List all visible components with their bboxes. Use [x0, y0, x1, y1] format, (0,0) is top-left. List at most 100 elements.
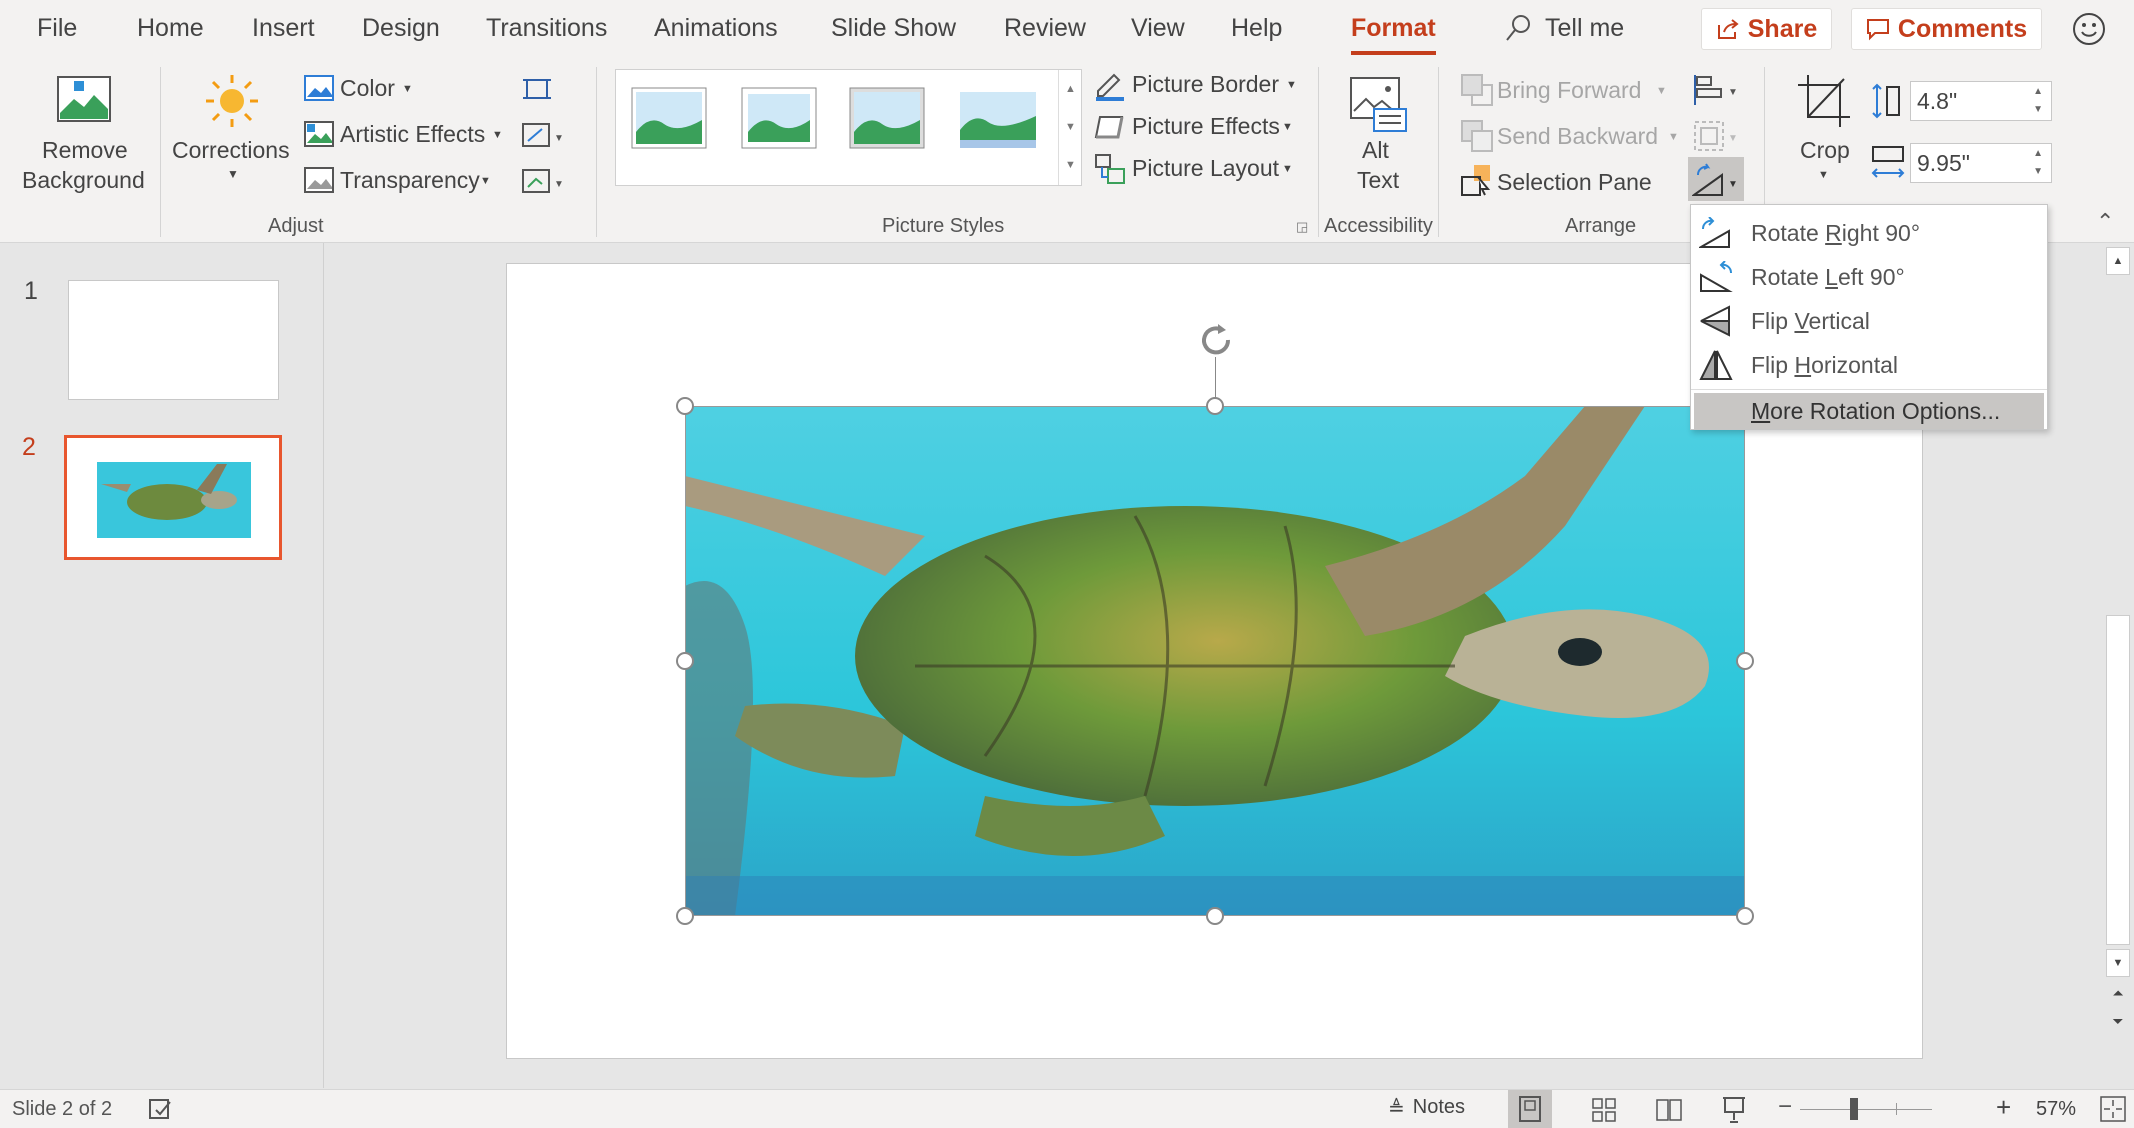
zoom-in-button[interactable]: + — [1996, 1092, 2011, 1123]
picture-layout-icon — [1095, 154, 1125, 184]
tell-me-search[interactable]: Tell me — [1505, 14, 1624, 43]
slide-number: 1 — [24, 277, 38, 305]
svg-text:▼: ▼ — [1728, 87, 1738, 98]
shape-width-icon — [1871, 146, 1905, 178]
picture-effects-icon — [1094, 116, 1124, 139]
zoom-slider[interactable] — [1800, 1109, 1932, 1110]
picture-style-4[interactable] — [956, 86, 1040, 150]
tab-design[interactable]: Design — [362, 14, 440, 43]
rotation-handle-icon[interactable] — [1194, 318, 1238, 362]
rotate-dropdown-menu: Rotate Right 90° Rotate Left 90° Flip Ve… — [1690, 204, 2048, 430]
group-icon: ▼ — [1694, 121, 1738, 151]
resize-handle[interactable] — [1206, 397, 1224, 415]
picture-style-3[interactable] — [848, 86, 926, 150]
menu-item-rotate-right[interactable]: Rotate Right 90° — [1691, 211, 2047, 255]
normal-view-button[interactable] — [1508, 1090, 1552, 1128]
rotate-icon: ▼ — [1692, 163, 1738, 196]
previous-slide-button[interactable]: ⏶ — [2106, 985, 2130, 1002]
share-button[interactable]: Share — [1701, 8, 1832, 50]
zoom-slider-thumb[interactable] — [1850, 1098, 1858, 1120]
picture-styles-launcher-icon[interactable]: ◲ — [1296, 219, 1308, 235]
rotate-right-icon — [1699, 217, 1730, 248]
slide-number: 2 — [22, 433, 36, 461]
menu-divider — [1691, 389, 2047, 390]
tab-home[interactable]: Home — [137, 14, 204, 43]
menu-item-more-rotation-options[interactable]: More Rotation Options... — [1694, 393, 2044, 429]
slide-show-icon[interactable] — [1722, 1096, 1746, 1124]
tab-transitions[interactable]: Transitions — [486, 14, 607, 43]
slide-thumbnail-2[interactable] — [64, 435, 282, 560]
feedback-smiley-icon[interactable] — [2072, 12, 2106, 46]
crop-icon — [1798, 75, 1850, 127]
align-icon[interactable]: ▼ — [1692, 73, 1742, 107]
zoom-level[interactable]: 57% — [2036, 1098, 2076, 1121]
share-icon — [1717, 19, 1739, 39]
svg-text:▼: ▼ — [1728, 179, 1738, 190]
tab-format[interactable]: Format — [1351, 14, 1436, 55]
shape-height-icon — [1872, 83, 1900, 119]
resize-handle[interactable] — [676, 907, 694, 925]
zoom-slider-midmark — [1896, 1103, 1897, 1115]
flip-vertical-icon — [1700, 305, 1730, 337]
zoom-out-button[interactable]: − — [1778, 1093, 1792, 1121]
selection-pane-icon — [1461, 165, 1491, 196]
comments-button[interactable]: Comments — [1851, 8, 2042, 50]
notes-button[interactable]: ≜ Notes — [1388, 1096, 1465, 1121]
alt-text-icon — [1350, 77, 1407, 132]
svg-text:▼: ▼ — [554, 179, 562, 190]
bring-forward-icon — [1461, 74, 1493, 106]
send-backward-icon — [1461, 120, 1493, 152]
tab-slide-show[interactable]: Slide Show — [831, 14, 956, 43]
svg-text:▼: ▼ — [1728, 133, 1738, 144]
reading-view-icon[interactable] — [1656, 1098, 1682, 1122]
picture-styles-gallery[interactable]: ▲ ▼ ▼ — [615, 69, 1082, 186]
collapse-ribbon-icon[interactable]: ⌃ — [2096, 209, 2114, 235]
tab-review[interactable]: Review — [1004, 14, 1086, 43]
tab-help[interactable]: Help — [1231, 14, 1282, 43]
comment-icon — [1866, 19, 1889, 41]
resize-handle[interactable] — [1736, 907, 1754, 925]
vertical-scrollbar[interactable]: ▲ ▼ ⏶ ⏷ — [2104, 245, 2132, 1088]
flip-horizontal-icon — [1699, 350, 1733, 380]
rotate-button[interactable]: ▼ — [1688, 157, 1744, 201]
scroll-down-button[interactable]: ▼ — [2106, 949, 2130, 977]
scroll-thumb[interactable] — [2106, 615, 2130, 945]
shape-width-input[interactable]: 9.95" ▲ ▼ — [1910, 143, 2052, 183]
tab-animations[interactable]: Animations — [654, 14, 778, 43]
picture-style-2[interactable] — [740, 86, 818, 150]
resize-handle[interactable] — [676, 397, 694, 415]
remove-background-icon — [57, 76, 111, 122]
picture-style-1[interactable] — [630, 86, 708, 150]
scroll-up-button[interactable]: ▲ — [2106, 247, 2130, 275]
selection-frame — [685, 406, 1745, 916]
gallery-scroll[interactable]: ▲ ▼ ▼ — [1058, 70, 1082, 185]
resize-handle[interactable] — [1736, 652, 1754, 670]
compress-pictures-icon[interactable] — [522, 75, 552, 103]
reset-picture-icon[interactable]: ▼ — [522, 167, 562, 195]
slide-count: Slide 2 of 2 — [12, 1098, 113, 1120]
change-picture-icon[interactable]: ▼ — [522, 121, 562, 149]
turtle-thumbnail-image — [97, 462, 251, 538]
picture-color-icon — [304, 75, 334, 101]
sun-corrections-icon — [206, 75, 258, 127]
notes-icon: ≜ — [1388, 1098, 1405, 1120]
search-icon — [1506, 15, 1530, 41]
artistic-effects-icon — [304, 121, 334, 147]
menu-tab-bar: File Home Insert Design Transitions Anim… — [0, 0, 2134, 57]
next-slide-button[interactable]: ⏷ — [2106, 1013, 2130, 1030]
tab-view[interactable]: View — [1131, 14, 1185, 43]
menu-item-flip-vertical[interactable]: Flip Vertical — [1691, 299, 2047, 343]
menu-item-rotate-left[interactable]: Rotate Left 90° — [1691, 255, 2047, 299]
rotate-left-icon — [1700, 261, 1733, 292]
resize-handle[interactable] — [1206, 907, 1224, 925]
svg-text:▼: ▼ — [554, 133, 562, 144]
tab-file[interactable]: File — [37, 14, 77, 43]
menu-item-flip-horizontal[interactable]: Flip Horizontal — [1691, 343, 2047, 387]
tab-insert[interactable]: Insert — [252, 14, 315, 43]
spelling-check-icon[interactable] — [148, 1098, 174, 1120]
resize-handle[interactable] — [676, 652, 694, 670]
slide-thumbnail-1[interactable] — [68, 280, 279, 400]
slide-sorter-icon[interactable] — [1592, 1098, 1616, 1122]
fit-to-window-icon[interactable] — [2100, 1096, 2126, 1122]
shape-height-input[interactable]: 4.8" ▲ ▼ — [1910, 81, 2052, 121]
